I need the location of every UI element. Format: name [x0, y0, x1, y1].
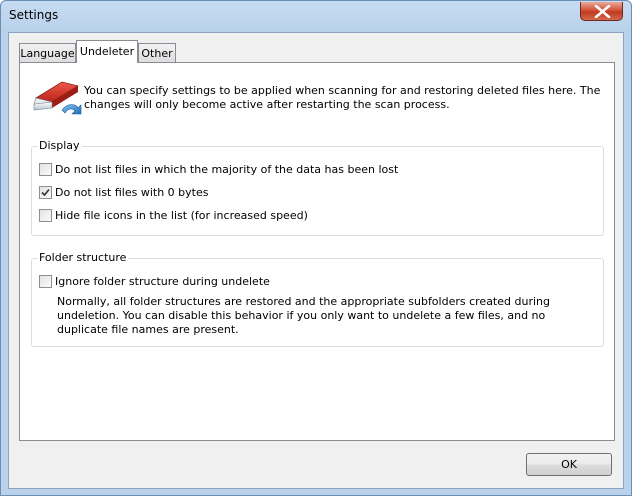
folder-structure-group: Folder structure Ignore folder structure… — [31, 251, 604, 347]
ignore-folder-structure-checkbox[interactable] — [39, 274, 52, 288]
title-bar[interactable]: Settings — [1, 1, 631, 31]
checkmark-icon — [41, 188, 50, 196]
ok-button[interactable]: OK — [526, 453, 612, 476]
hide-file-icons-label[interactable]: Hide file icons in the list (for increas… — [55, 209, 308, 222]
display-group-title: Display — [37, 139, 82, 153]
hide-mostly-lost-label[interactable]: Do not list files in which the majority … — [55, 163, 398, 176]
hide-mostly-lost-checkbox[interactable] — [39, 162, 52, 176]
intro-description: You can specify settings to be applied w… — [84, 84, 601, 111]
hide-file-icons-checkbox[interactable] — [39, 208, 52, 222]
hide-zero-byte-checkbox[interactable] — [39, 185, 52, 199]
settings-window: Settings Language Undeleter Other You ca… — [0, 0, 632, 496]
ignore-folder-structure-label[interactable]: Ignore folder structure during undelete — [55, 275, 270, 288]
close-button[interactable] — [580, 2, 623, 21]
tab-undeleter[interactable]: Undeleter — [76, 40, 138, 63]
display-group: Display Do not list files in which the m… — [31, 139, 604, 236]
undeleter-tab-page: You can specify settings to be applied w… — [19, 62, 615, 441]
folder-structure-group-title: Folder structure — [37, 251, 129, 265]
eraser-undo-icon — [33, 81, 82, 115]
dialog-client-area: Language Undeleter Other You can specify… — [8, 32, 624, 489]
hide-zero-byte-label[interactable]: Do not list files with 0 bytes — [55, 186, 208, 199]
option-hide-mostly-lost-files[interactable]: Do not list files in which the majority … — [39, 161, 398, 177]
option-ignore-folder-structure[interactable]: Ignore folder structure during undelete — [39, 273, 270, 289]
option-hide-file-icons[interactable]: Hide file icons in the list (for increas… — [39, 207, 308, 223]
tab-other[interactable]: Other — [138, 43, 176, 63]
option-hide-zero-byte-files[interactable]: Do not list files with 0 bytes — [39, 184, 208, 200]
tab-language[interactable]: Language — [19, 43, 76, 63]
close-icon — [594, 5, 611, 18]
folder-structure-description: Normally, all folder structures are rest… — [57, 295, 550, 336]
window-title: Settings — [9, 8, 59, 22]
